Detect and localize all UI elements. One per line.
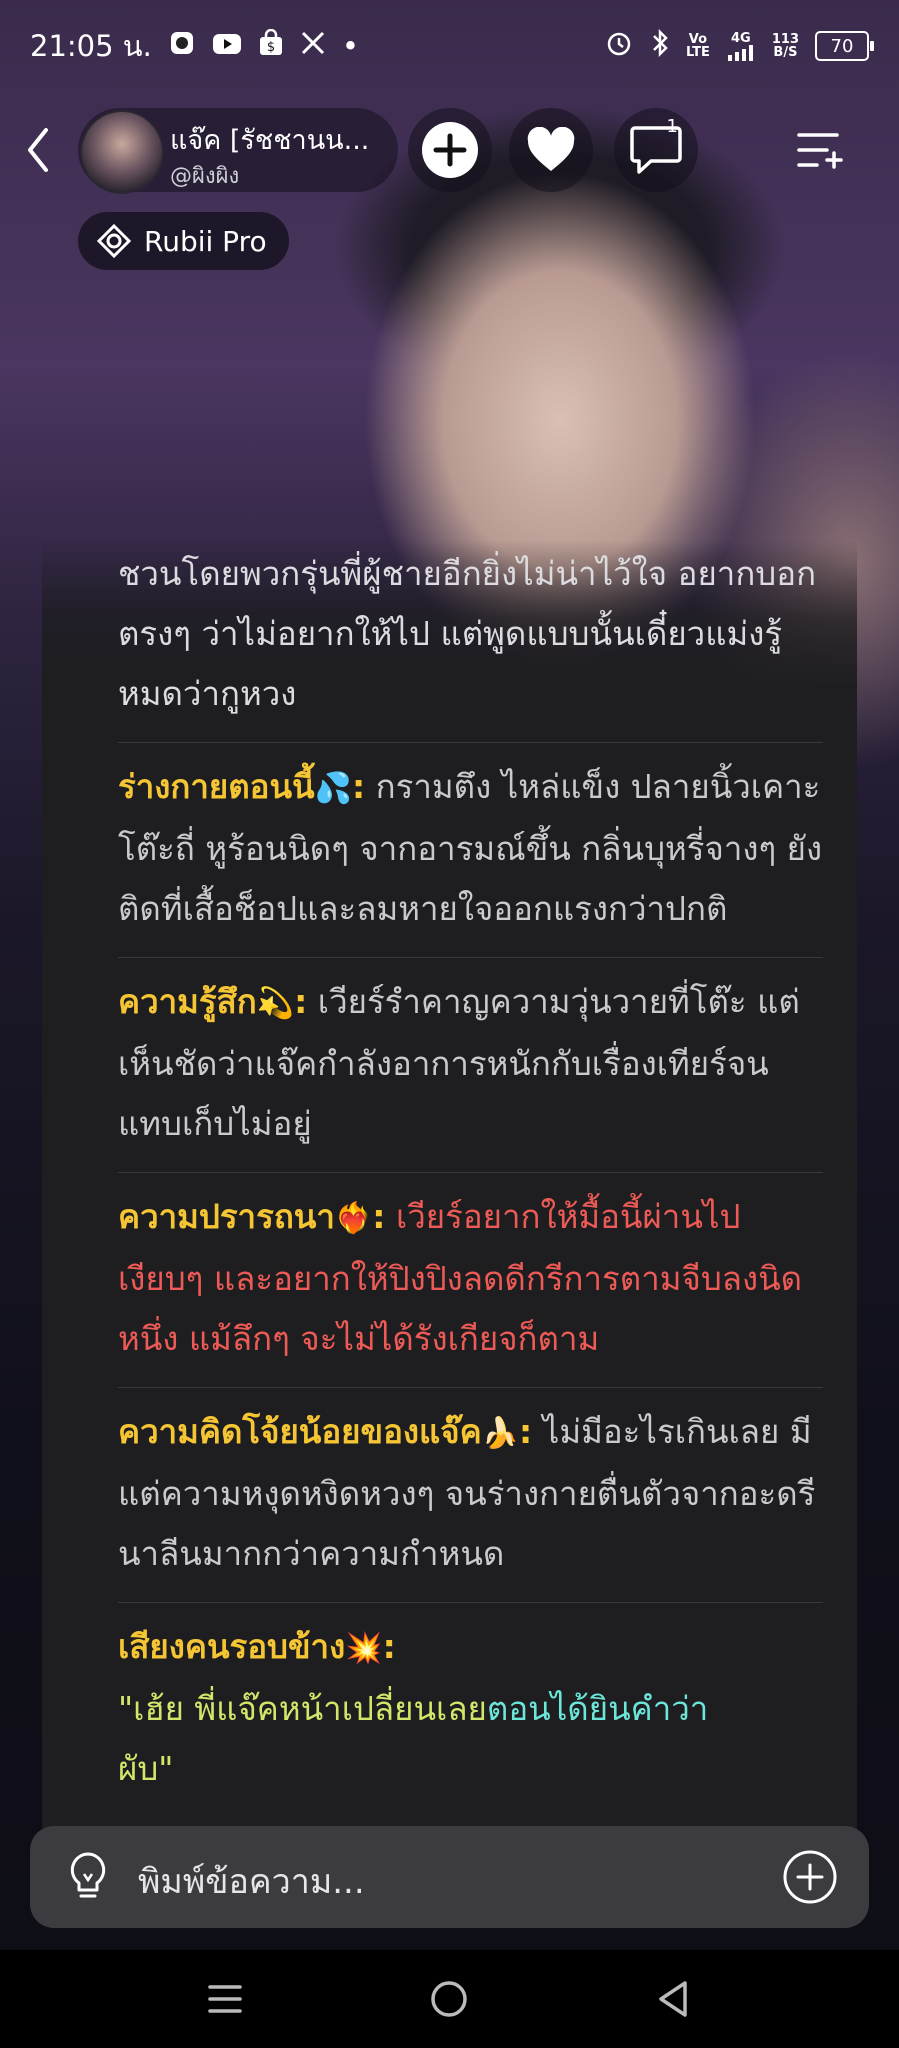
back-button[interactable] xyxy=(18,122,58,178)
alarm-icon xyxy=(604,28,634,65)
crowd-section: เสียงคนรอบข้าง💥: "เฮ้ย พี่แจ๊คหน้าเปลี่ย… xyxy=(118,1627,709,1788)
message-input-bar: พิมพ์ข้อความ... xyxy=(30,1826,869,1928)
plus-icon xyxy=(422,122,478,178)
like-button[interactable] xyxy=(509,108,593,192)
network-speed: 113 B/S xyxy=(771,32,799,60)
rubii-pro-button[interactable]: Rubii Pro xyxy=(78,212,289,270)
crowd-quote-part-2: ตอนได้ยินคำว่า xyxy=(486,1689,709,1728)
app-notification-icon xyxy=(168,29,196,64)
menu-button[interactable] xyxy=(778,108,862,192)
signal-indicator: 4G xyxy=(726,32,756,61)
desire-label: ความปรารถนา xyxy=(118,1197,335,1236)
thought-label: ความคิดโจ้ยน้อยของแจ๊ค xyxy=(118,1412,482,1451)
feeling-section: ความรู้สึก💫: เวียร์รำคาญความวุ่นวายที่โต… xyxy=(118,958,823,1173)
crowd-quote-part-1: "เฮ้ย พี่แจ๊คหน้าเปลี่ยนเลย xyxy=(118,1689,487,1728)
crowd-label: เสียงคนรอบข้าง xyxy=(118,1627,346,1666)
sweat-droplets-icon: 💦 xyxy=(314,771,352,806)
x-logo-icon xyxy=(300,29,326,63)
message-content: ชวนโดยพวกรุ่นพี่ผู้ชายอีกยิ่งไม่น่าไว้ใจ… xyxy=(118,540,823,1817)
recent-apps-icon xyxy=(208,1985,242,2013)
home-button[interactable] xyxy=(424,1974,474,2024)
status-time: 21:05 น. xyxy=(30,29,152,63)
back-chevron-icon xyxy=(28,128,48,172)
back-triangle-icon xyxy=(659,1981,687,2017)
more-notifications-dot: • xyxy=(341,29,359,63)
system-navigation-bar xyxy=(0,1950,899,2048)
crowd-quote-part-3: ผับ" xyxy=(118,1749,174,1788)
character-name: แจ๊ค [รัชชานน... xyxy=(170,125,370,156)
creator-handle: @ผิงผิง xyxy=(170,164,240,189)
home-circle-icon xyxy=(431,1981,467,2017)
menu-add-icon xyxy=(797,133,843,169)
svg-text:$: $ xyxy=(267,40,275,55)
thought-section: ความคิดโจ้ยน้อยของแจ๊ค🍌: ไม่มีอะไรเกินเล… xyxy=(118,1388,823,1603)
volte-indicator: Vo LTE xyxy=(685,32,710,60)
rubii-logo-icon xyxy=(96,223,132,259)
dizzy-star-icon: 💫 xyxy=(256,986,295,1021)
system-back-button[interactable] xyxy=(648,1974,698,2024)
desire-section: ความปรารถนา❤️‍🔥: เวียร์อยากให้มื้อนี้ผ่า… xyxy=(118,1173,823,1388)
character-avatar[interactable] xyxy=(80,110,164,194)
body-section: ร่างกายตอนนี้💦: กรามตึง ไหล่แข็ง ปลายนิ้… xyxy=(118,743,823,958)
youtube-icon xyxy=(212,29,242,63)
rubii-pro-label: Rubii Pro xyxy=(144,224,267,258)
body-label: ร่างกายตอนนี้ xyxy=(118,767,315,806)
attach-button[interactable] xyxy=(781,1848,839,1906)
intro-paragraph: ชวนโดยพวกรุ่นพี่ผู้ชายอีกยิ่งไม่น่าไว้ใจ… xyxy=(118,540,823,743)
status-bar: 21:05 น. $ • Vo LTE 4G 113 B/S 70 xyxy=(0,0,899,92)
recent-apps-button[interactable] xyxy=(200,1974,250,2024)
message-card: ชวนโดยพวกรุ่นพี่ผู้ชายอีกยิ่งไม่น่าไว้ใจ… xyxy=(42,540,857,1840)
bluetooth-icon xyxy=(650,28,670,65)
heart-icon xyxy=(527,127,575,171)
comments-count-badge: 1 xyxy=(666,116,678,137)
hint-button[interactable] xyxy=(60,1848,116,1904)
intro-text: ชวนโดยพวกรุ่นพี่ผู้ชายอีกยิ่งไม่น่าไว้ใจ… xyxy=(118,554,817,713)
lightbulb-icon xyxy=(70,1852,106,1898)
collision-icon: 💥 xyxy=(345,1631,383,1666)
shopping-bag-icon: $ xyxy=(258,28,284,64)
add-button[interactable] xyxy=(408,108,492,192)
battery-indicator: 70 xyxy=(815,31,874,61)
plus-circle-icon xyxy=(783,1850,837,1904)
message-input[interactable]: พิมพ์ข้อความ... xyxy=(138,1854,365,1908)
comments-button[interactable]: 1 xyxy=(614,108,698,192)
feeling-label: ความรู้สึก xyxy=(118,982,257,1021)
heart-on-fire-icon: ❤️‍🔥 xyxy=(334,1201,373,1236)
banana-icon: 🍌 xyxy=(481,1416,520,1451)
character-profile-pill[interactable]: แจ๊ค [รัชชานน... @ผิงผิง xyxy=(78,108,398,194)
chat-header: แจ๊ค [รัชชานน... @ผิงผิง 1 xyxy=(0,100,899,200)
